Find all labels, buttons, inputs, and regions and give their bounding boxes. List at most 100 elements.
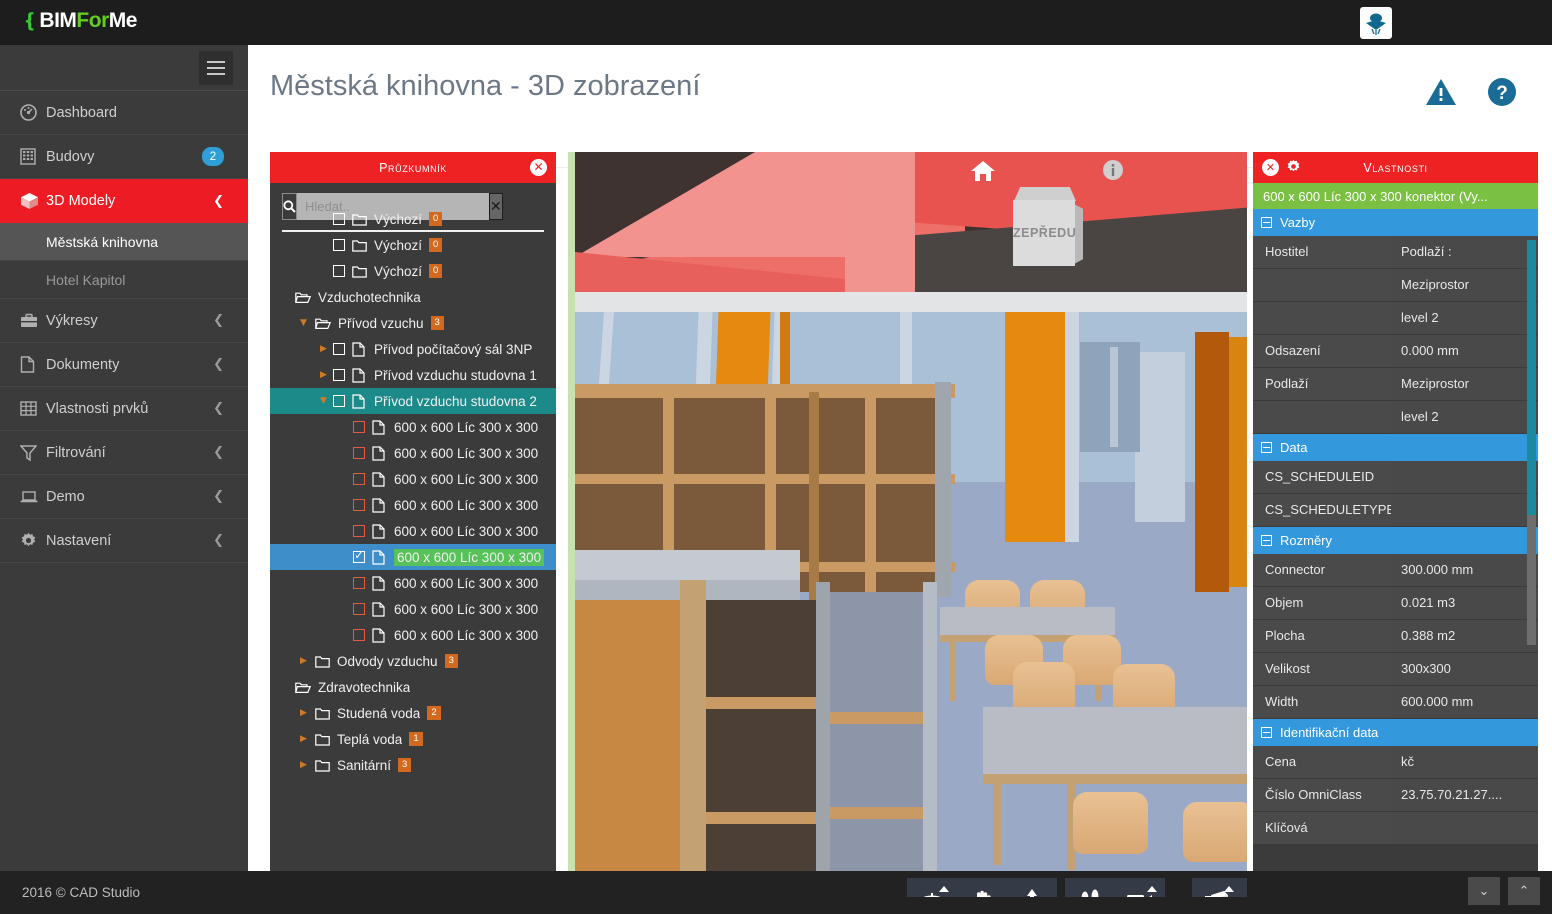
properties-row-value[interactable] — [1391, 461, 1538, 493]
properties-group-header[interactable]: Rozměry — [1253, 527, 1538, 554]
properties-row-value[interactable]: 300x300 — [1391, 653, 1538, 685]
properties-row-value[interactable]: 0.388 m2 — [1391, 620, 1538, 652]
chevron-right-icon[interactable]: ▶ — [320, 344, 333, 354]
tree-item[interactable]: 600 x 600 Líc 300 x 300 — [270, 622, 556, 648]
tree-item-checkbox[interactable] — [353, 447, 365, 459]
properties-row-value[interactable]: Meziprostor — [1391, 269, 1538, 301]
properties-group-header[interactable]: Identifikační data — [1253, 719, 1538, 746]
sidebar-item-dokumenty[interactable]: Dokumenty ❮ — [0, 343, 248, 387]
sidebar-item-vlastnosti-prvku[interactable]: Vlastnosti prvků ❮ — [0, 387, 248, 431]
orbit-icon[interactable] — [907, 878, 957, 897]
close-icon[interactable]: ✕ — [530, 159, 547, 176]
tree-item-checkbox[interactable] — [353, 577, 365, 589]
tree-item-checkbox[interactable] — [333, 213, 345, 225]
tree-item[interactable]: ▼Přívod vzduchu studovna 2 — [270, 388, 556, 414]
tree-item[interactable]: ▶Přívod počítačový sál 3NP — [270, 336, 556, 362]
sidebar-subitem-hotel-kapitol[interactable]: Hotel Kapitol — [0, 261, 248, 299]
properties-row-value[interactable]: 23.75.70.21.27.... — [1391, 779, 1538, 811]
collapse-minus-icon[interactable] — [1261, 217, 1272, 228]
properties-scrollbar-thumb[interactable] — [1527, 240, 1536, 515]
tree-item[interactable]: ▶Studená voda2 — [270, 700, 556, 726]
tree-item-checkbox[interactable] — [353, 473, 365, 485]
properties-row-value[interactable]: level 2 — [1391, 401, 1538, 433]
sidebar-item-filtrovani[interactable]: Filtrování ❮ — [0, 431, 248, 475]
user-avatar-hat-icon[interactable] — [1360, 7, 1392, 39]
tree-item-checkbox[interactable] — [353, 629, 365, 641]
info-icon[interactable] — [1102, 159, 1124, 184]
properties-group-header[interactable]: Vazby — [1253, 209, 1538, 236]
tree-item-checkbox[interactable] — [353, 525, 365, 537]
properties-row-value[interactable]: 0.021 m3 — [1391, 587, 1538, 619]
sidebar-item-dashboard[interactable]: Dashboard — [0, 91, 248, 135]
hamburger-menu-icon[interactable] — [199, 51, 233, 85]
tree-item[interactable]: ▶Teplá voda1 — [270, 726, 556, 752]
properties-row-value[interactable]: 0.000 mm — [1391, 335, 1538, 367]
3d-viewer[interactable]: ZEPŘEDU — [568, 152, 1247, 897]
properties-group-header[interactable]: Data — [1253, 434, 1538, 461]
zoom-vertical-icon[interactable] — [1007, 878, 1057, 897]
properties-row-value[interactable] — [1391, 494, 1538, 526]
brand-logo[interactable]: ❴BIMForMe — [22, 9, 137, 33]
pan-hand-icon[interactable] — [957, 878, 1007, 897]
tree-item-checkbox[interactable] — [333, 265, 345, 277]
tree-item-checkbox[interactable] — [333, 239, 345, 251]
gear-icon[interactable] — [1286, 159, 1301, 177]
collapse-minus-icon[interactable] — [1261, 727, 1272, 738]
tree-item[interactable]: 600 x 600 Líc 300 x 300 — [270, 570, 556, 596]
tree-item-checkbox[interactable] — [353, 499, 365, 511]
properties-row-value[interactable]: 300.000 mm — [1391, 554, 1538, 586]
properties-scrollbar-track[interactable] — [1527, 515, 1536, 645]
sidebar-item-budovy[interactable]: Budovy 2 — [0, 135, 248, 179]
tree-item[interactable]: Výchozí0 — [270, 232, 556, 258]
chevron-right-icon[interactable]: ▶ — [300, 708, 313, 718]
tree-item[interactable]: Vzduchotechnika — [270, 284, 556, 310]
tree-item[interactable]: Výchozí0 — [270, 206, 556, 232]
properties-row-value[interactable]: kč — [1391, 746, 1538, 778]
properties-row-value[interactable]: Podlaží : — [1391, 236, 1538, 268]
tree-item[interactable]: Výchozí0 — [270, 258, 556, 284]
tree-item-checkbox[interactable] — [353, 551, 365, 563]
collapse-minus-icon[interactable] — [1261, 535, 1272, 546]
chevron-right-icon[interactable]: ▶ — [300, 656, 313, 666]
sidebar-item-3d-modely[interactable]: 3D Modely ❮ — [0, 179, 248, 223]
tree-item-checkbox[interactable] — [353, 421, 365, 433]
properties-row-value[interactable]: level 2 — [1391, 302, 1538, 334]
tree-item[interactable]: ▼Přívod vzuchu3 — [270, 310, 556, 336]
sidebar-item-nastaveni[interactable]: Nastavení ❮ — [0, 519, 248, 563]
tree-item[interactable]: ▶Odvody vzduchu3 — [270, 648, 556, 674]
home-icon[interactable] — [970, 159, 996, 186]
close-icon[interactable]: ✕ — [1262, 159, 1279, 176]
chevron-right-icon[interactable]: ▶ — [300, 734, 313, 744]
warning-triangle-icon[interactable] — [1425, 78, 1457, 107]
tree-item[interactable]: 600 x 600 Líc 300 x 300 — [270, 518, 556, 544]
section-box-icon[interactable] — [1192, 878, 1242, 897]
camera-icon[interactable] — [1115, 878, 1165, 897]
tree-item[interactable]: 600 x 600 Líc 300 x 300 — [270, 440, 556, 466]
sidebar-item-demo[interactable]: Demo ❮ — [0, 475, 248, 519]
tree-item[interactable]: ▶Sanitární3 — [270, 752, 556, 778]
chevron-down-icon[interactable]: ⌄ — [1468, 877, 1500, 905]
tree-item[interactable]: 600 x 600 Líc 300 x 300 — [270, 414, 556, 440]
properties-row-value[interactable]: 600.000 mm — [1391, 686, 1538, 718]
tree-item[interactable]: 600 x 600 Líc 300 x 300 — [270, 492, 556, 518]
sidebar-item-vykresy[interactable]: Výkresy ❮ — [0, 299, 248, 343]
tree-item-checkbox[interactable] — [353, 603, 365, 615]
measure-ruler-icon[interactable] — [1242, 878, 1247, 897]
chevron-right-icon[interactable]: ▶ — [320, 370, 333, 380]
explorer-tree[interactable]: Výchozí0Výchozí0Výchozí0Vzduchotechnika▼… — [270, 200, 556, 897]
tree-item-checkbox[interactable] — [333, 343, 345, 355]
view-cube-front[interactable]: ZEPŘEDU — [1013, 200, 1075, 266]
tree-item-checkbox[interactable] — [333, 369, 345, 381]
tree-item-checkbox[interactable] — [333, 395, 345, 407]
help-question-icon[interactable]: ? — [1487, 77, 1517, 107]
view-cube-top[interactable] — [1014, 187, 1076, 201]
chevron-down-icon[interactable]: ▼ — [320, 396, 333, 406]
sidebar-subitem-mestska-knihovna[interactable]: Městská knihovna — [0, 223, 248, 261]
tree-item[interactable]: 600 x 600 Líc 300 x 300 — [270, 466, 556, 492]
properties-row-value[interactable] — [1391, 812, 1538, 844]
tree-item[interactable]: Zdravotechnika — [270, 674, 556, 700]
view-cube[interactable]: ZEPŘEDU — [1010, 187, 1080, 267]
walk-footsteps-icon[interactable] — [1065, 878, 1115, 897]
tree-item[interactable]: 600 x 600 Líc 300 x 300 — [270, 596, 556, 622]
chevron-right-icon[interactable]: ▶ — [300, 760, 313, 770]
